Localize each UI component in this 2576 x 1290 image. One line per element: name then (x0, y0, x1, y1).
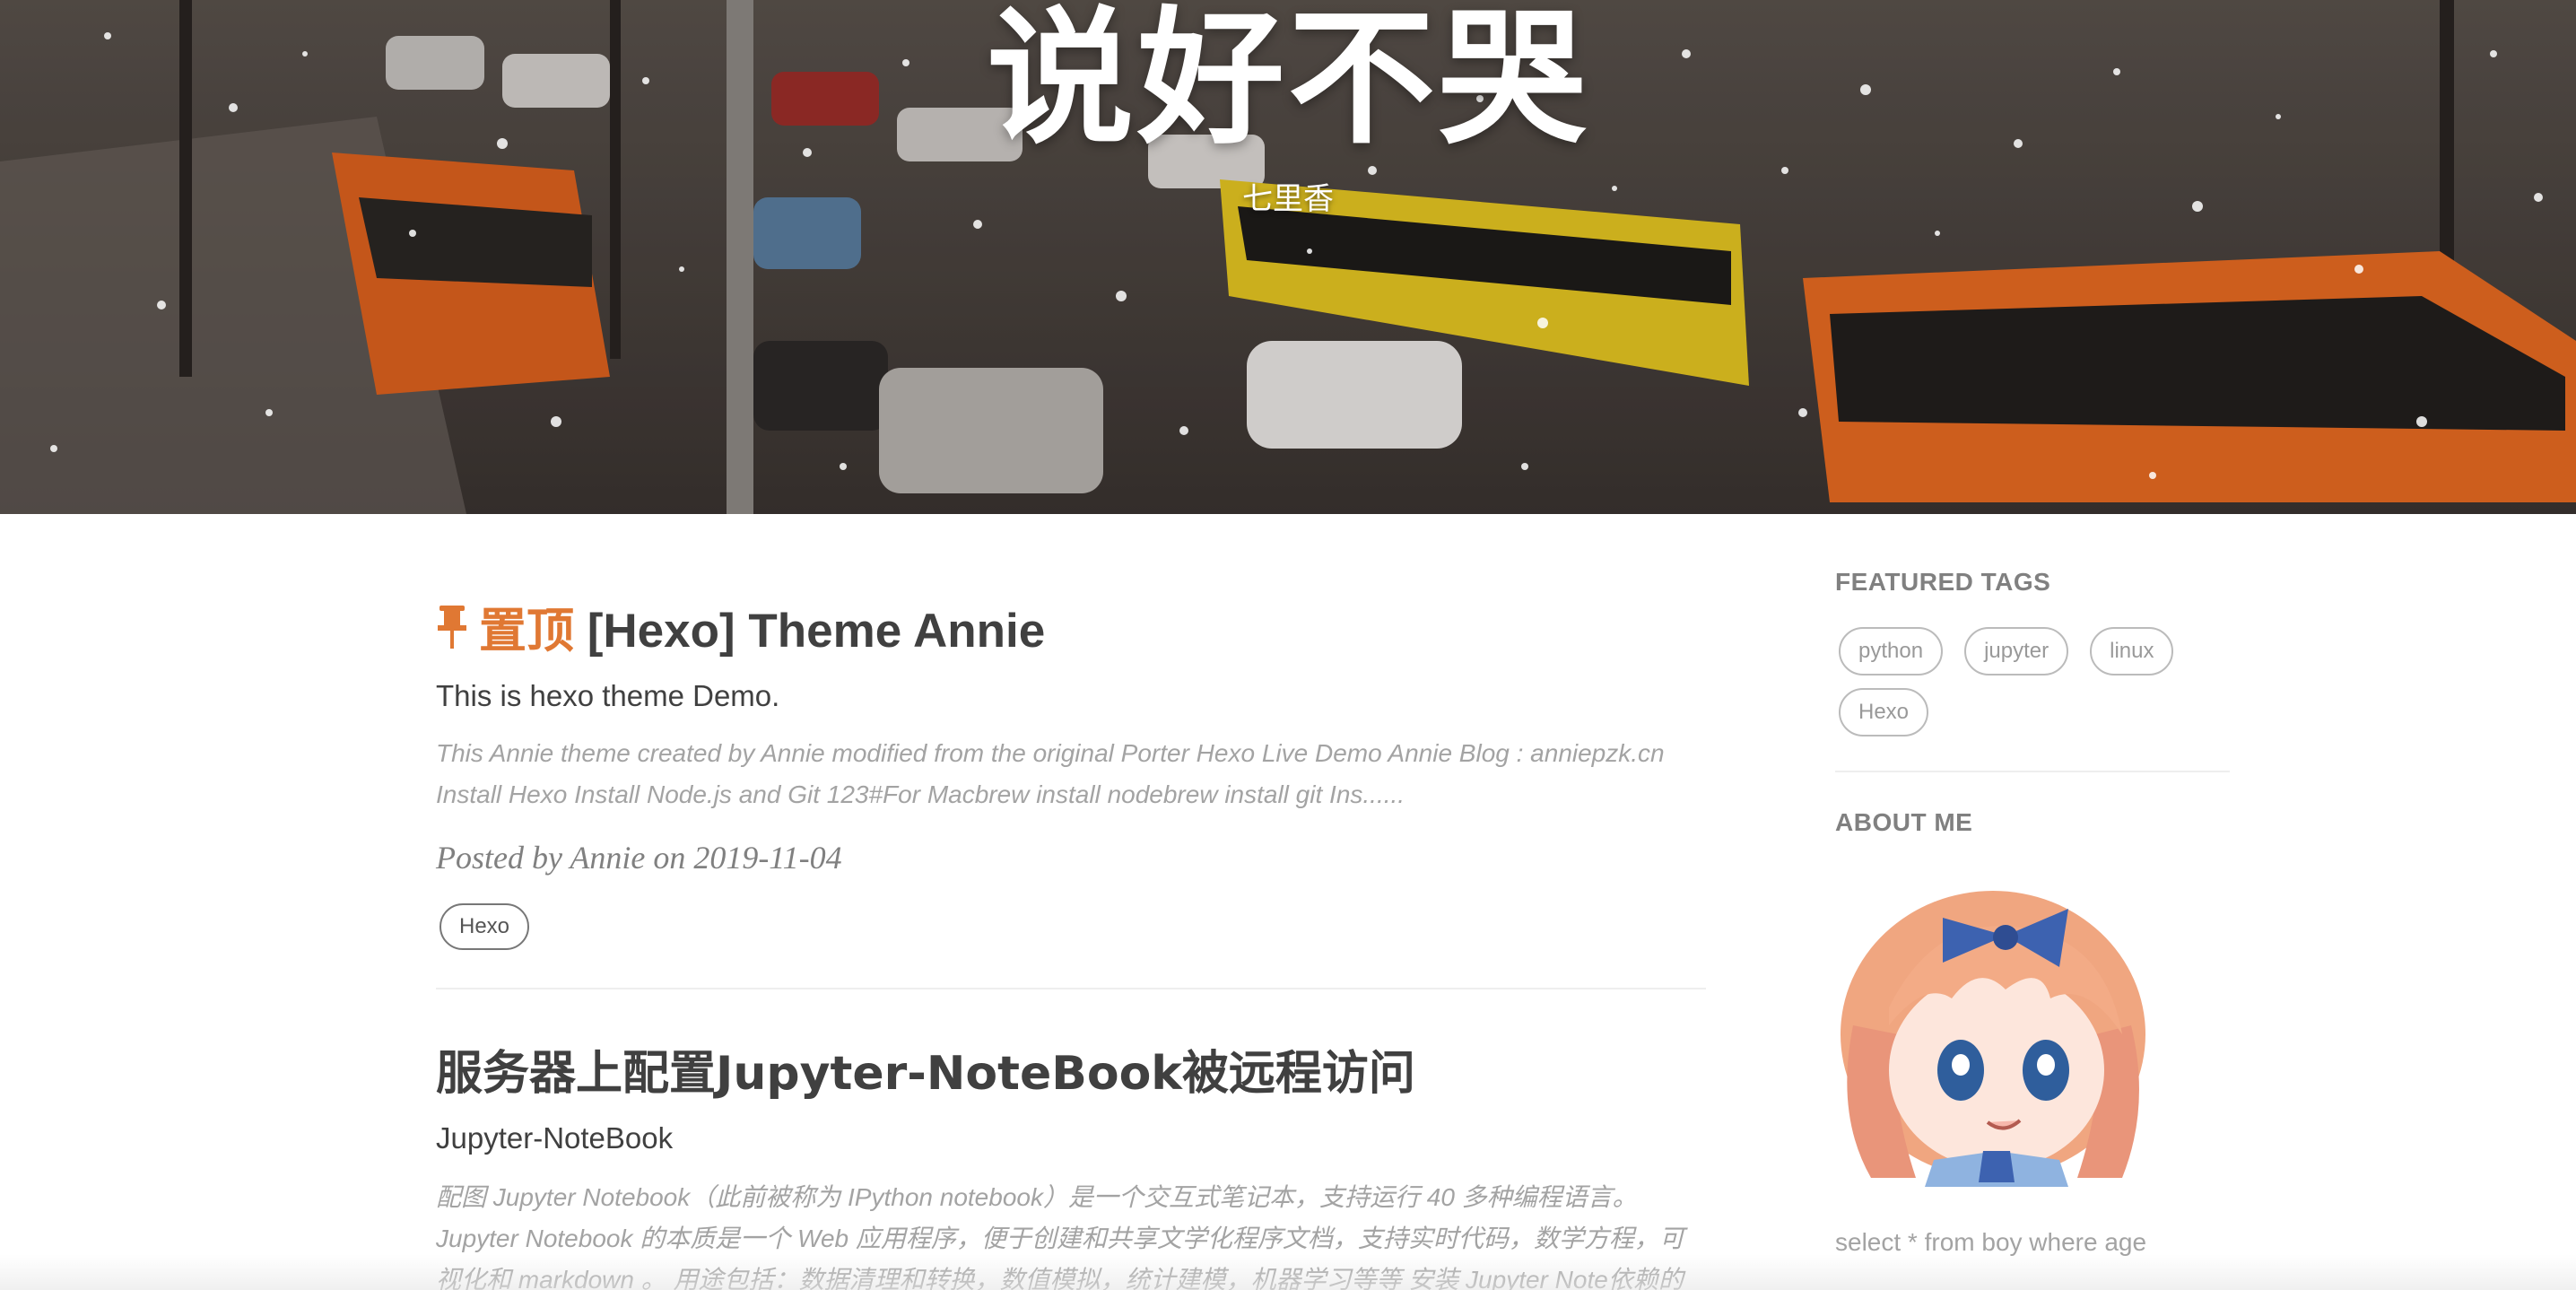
pushpin-icon (438, 606, 466, 649)
tag-python[interactable]: python (1839, 627, 1944, 676)
featured-tags-heading: FEATURED TAGS (1835, 568, 2051, 596)
post-title-link[interactable]: 服务器上配置Jupyter-NoteBook被远程访问 (436, 1049, 1706, 1100)
post-title-text: 服务器上配置Jupyter-NoteBook被远程访问 (436, 1047, 1415, 1102)
site-subtitle: 七里香 (1242, 181, 1334, 217)
post-tag-hexo[interactable]: Hexo (439, 903, 530, 951)
post-excerpt: 配图 Jupyter Notebook（此前被称为 IPython notebo… (436, 1177, 1706, 1290)
meta-prefix: Posted by (436, 840, 562, 876)
pinned-label: 置顶 (436, 605, 587, 658)
post-title-text: [Hexo] Theme Annie (587, 605, 1046, 658)
tag-jupyter[interactable]: jupyter (1964, 627, 2069, 676)
post-subtitle: Jupyter-NoteBook (436, 1121, 674, 1155)
excerpt-line: 视化和 markdown 。 用途包括：数据清理和转换，数值模拟，统计建模，机器… (436, 1266, 1684, 1290)
post-subtitle: This is hexo theme Demo. (436, 679, 780, 713)
excerpt-line: Install Hexo Install Node.js and Git 123… (436, 780, 1405, 809)
about-me-heading: ABOUT ME (1835, 808, 1973, 836)
tag-hexo[interactable]: Hexo (1839, 688, 1929, 737)
post-author: Annie (570, 840, 646, 876)
post-tags: Hexo (436, 903, 1706, 951)
post-item: 服务器上配置Jupyter-NoteBook被远程访问 Jupyter-Note… (436, 989, 1706, 1290)
meta-on: on (653, 840, 686, 876)
excerpt-line: This Annie theme created by Annie modifi… (436, 739, 1665, 768)
site-title: 说好不哭 (986, 0, 1589, 164)
about-me-text: select * from boy where age (1835, 1228, 2147, 1256)
excerpt-line: Jupyter Notebook 的本质是一个 Web 应用程序，便于创建和共享… (436, 1225, 1684, 1253)
post-excerpt: This Annie theme created by Annie modifi… (436, 733, 1706, 815)
post-date: 2019-11-04 (693, 840, 842, 876)
post-item: 置顶 [Hexo] Theme Annie This is hexo theme… (436, 514, 1706, 990)
hero-banner: 说好不哭 七里香 (0, 0, 2576, 514)
post-title-link[interactable]: 置顶 [Hexo] Theme Annie (436, 604, 1706, 658)
sidebar: FEATURED TAGS python jupyter linux Hexo … (1835, 514, 2230, 1257)
tag-linux[interactable]: linux (2090, 627, 2174, 676)
avatar (1835, 882, 2151, 1187)
pinned-text: 置顶 (479, 605, 574, 658)
featured-tags-list: python jupyter linux Hexo (1835, 627, 2230, 772)
post-meta: Posted by Annie on 2019-11-04 (436, 839, 1706, 876)
post-list: 置顶 [Hexo] Theme Annie This is hexo theme… (436, 514, 1706, 1290)
excerpt-line: 配图 Jupyter Notebook（此前被称为 IPython notebo… (436, 1183, 1638, 1212)
